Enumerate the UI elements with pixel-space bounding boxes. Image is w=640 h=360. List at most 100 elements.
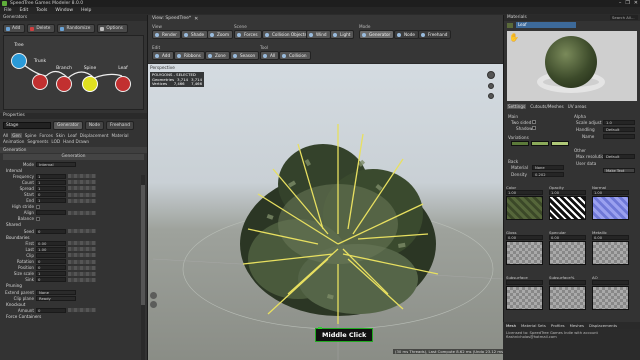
tab-material-sets[interactable]: Material Sets (521, 322, 546, 329)
generator-graph[interactable]: Tree Trunk Branch Spine Leaf (3, 35, 144, 110)
tab-material[interactable]: Material (112, 133, 129, 138)
tab-skin[interactable]: Skin (56, 133, 65, 138)
map-texture-thumbnail[interactable] (506, 241, 543, 265)
node-mode-button[interactable]: Node (84, 120, 105, 130)
two-sided-checkbox[interactable] (532, 120, 536, 124)
density-field[interactable]: 0.202 (532, 172, 564, 177)
property-value-field[interactable]: 1 (36, 271, 66, 277)
add-generator-button[interactable]: Add (3, 24, 26, 33)
tab-animation[interactable]: Animation (3, 139, 24, 144)
curve-editor-bar[interactable] (68, 247, 96, 252)
tab-cutouts-meshes[interactable]: Cutouts/Meshes (530, 104, 563, 109)
curve-editor-bar[interactable] (68, 259, 96, 264)
property-value-field[interactable]: 1 (36, 198, 66, 204)
wind-button[interactable]: Wind (306, 30, 331, 39)
property-dropdown[interactable]: Interval (36, 161, 76, 167)
scrollbar-thumb[interactable] (141, 185, 145, 305)
zoom-icon[interactable] (488, 93, 494, 99)
tab-displacement[interactable]: Displacement (80, 133, 109, 138)
properties-scrollbar[interactable] (141, 175, 145, 360)
node-mode-tool[interactable]: Node (394, 30, 419, 39)
material-list-item[interactable]: Leaf (516, 22, 576, 28)
map-texture-thumbnail[interactable] (549, 241, 586, 265)
map-texture-thumbnail[interactable] (549, 196, 586, 220)
tab-segments[interactable]: Segments (27, 139, 48, 144)
property-value-field[interactable]: 1.00 (36, 246, 66, 252)
handling-dropdown[interactable]: Default (603, 127, 635, 132)
map-value-field[interactable] (549, 280, 586, 285)
property-value-field[interactable]: 0.00 (36, 240, 66, 246)
render-button[interactable]: Render (152, 30, 181, 39)
property-value-field[interactable]: 0 (36, 192, 66, 198)
property-value-field[interactable]: 1 (36, 179, 66, 185)
map-value-field[interactable]: 1.00 (506, 190, 543, 195)
property-checkbox[interactable] (36, 216, 40, 221)
map-texture-thumbnail[interactable] (592, 196, 629, 220)
property-value-field[interactable]: 1 (36, 185, 66, 191)
camera-home-icon[interactable] (150, 292, 157, 299)
add-tool-button[interactable]: Add (152, 51, 175, 60)
tab-all[interactable]: All (3, 133, 8, 138)
minimize-button[interactable]: – (619, 0, 622, 7)
menu-file[interactable]: File (4, 7, 12, 14)
material-preview[interactable]: ✋ (507, 31, 637, 101)
materials-search-input[interactable]: Search All... (610, 15, 638, 20)
variation-color-1[interactable] (511, 141, 529, 146)
curve-editor-bar[interactable] (68, 308, 96, 313)
map-texture-thumbnail[interactable] (549, 286, 586, 310)
zone-button[interactable]: Zone (205, 51, 230, 60)
tab-hand-drawn[interactable]: Hand Drawn (63, 139, 89, 144)
material-name-field[interactable] (603, 134, 635, 139)
max-resolution-dropdown[interactable]: Default (603, 154, 635, 159)
property-value-field[interactable]: 1 (36, 173, 66, 179)
freehand-mode-tool[interactable]: Freehand (418, 30, 452, 39)
property-checkbox[interactable] (36, 204, 40, 209)
tab-meshes[interactable]: Meshes (570, 322, 584, 329)
property-value-field[interactable]: 0 (36, 265, 66, 271)
options-button[interactable]: Options (97, 24, 128, 33)
tab-forces[interactable]: Forces (39, 133, 53, 138)
maximize-button[interactable]: ❐ (625, 0, 629, 7)
scale-adjust-field[interactable]: 1.0 (603, 120, 635, 125)
curve-editor-bar[interactable] (68, 198, 96, 203)
season-button[interactable]: Season (230, 51, 260, 60)
tab-settings[interactable]: Settings (507, 104, 527, 109)
curve-editor-bar[interactable] (68, 186, 96, 191)
property-value-field[interactable]: 0 (36, 277, 66, 283)
curve-editor-bar[interactable] (68, 180, 96, 185)
map-value-field[interactable]: 0.00 (592, 235, 629, 240)
map-value-field[interactable]: 0.00 (549, 235, 586, 240)
tab-profiles[interactable]: Profiles (551, 322, 565, 329)
tab-displacements[interactable]: Displacements (589, 322, 617, 329)
leaf-node[interactable] (115, 76, 131, 92)
generator-mode-tool[interactable]: Generator (359, 30, 395, 39)
forces-button[interactable]: Forces (234, 30, 262, 39)
back-material-dropdown[interactable]: None (532, 165, 564, 170)
map-value-field[interactable]: 0.00 (506, 235, 543, 240)
curve-editor-bar[interactable] (68, 210, 96, 215)
generation-section-header[interactable]: Generation (0, 147, 147, 153)
map-value-field[interactable]: 1.00 (592, 190, 629, 195)
map-texture-thumbnail[interactable] (592, 241, 629, 265)
collision-tool-button[interactable]: Collision (279, 51, 311, 60)
close-window-button[interactable]: ✕ (634, 0, 638, 7)
curve-editor-bar[interactable] (68, 192, 96, 197)
shade-button[interactable]: Shade (181, 30, 209, 39)
tab-lod[interactable]: LOD (51, 139, 60, 144)
curve-editor-bar[interactable] (68, 229, 96, 234)
freehand-mode-button[interactable]: Freehand (106, 120, 134, 130)
map-texture-thumbnail[interactable] (506, 286, 543, 310)
camera-frame-icon[interactable] (150, 301, 157, 308)
spine-node[interactable] (82, 76, 98, 92)
curve-editor-bar[interactable] (68, 174, 96, 179)
make-text-button[interactable]: Make Text (603, 168, 635, 173)
menu-window[interactable]: Window (55, 7, 73, 14)
tab-spine[interactable]: Spine (25, 133, 37, 138)
menu-help[interactable]: Help (81, 7, 91, 14)
pan-hand-icon[interactable]: ✋ (509, 33, 519, 42)
delete-generator-button[interactable]: Delete (27, 24, 56, 33)
menu-tools[interactable]: Tools (36, 7, 47, 14)
shadows-checkbox[interactable] (532, 126, 536, 130)
light-button[interactable]: Light (330, 30, 355, 39)
generator-mode-button[interactable]: Generator (53, 120, 83, 130)
